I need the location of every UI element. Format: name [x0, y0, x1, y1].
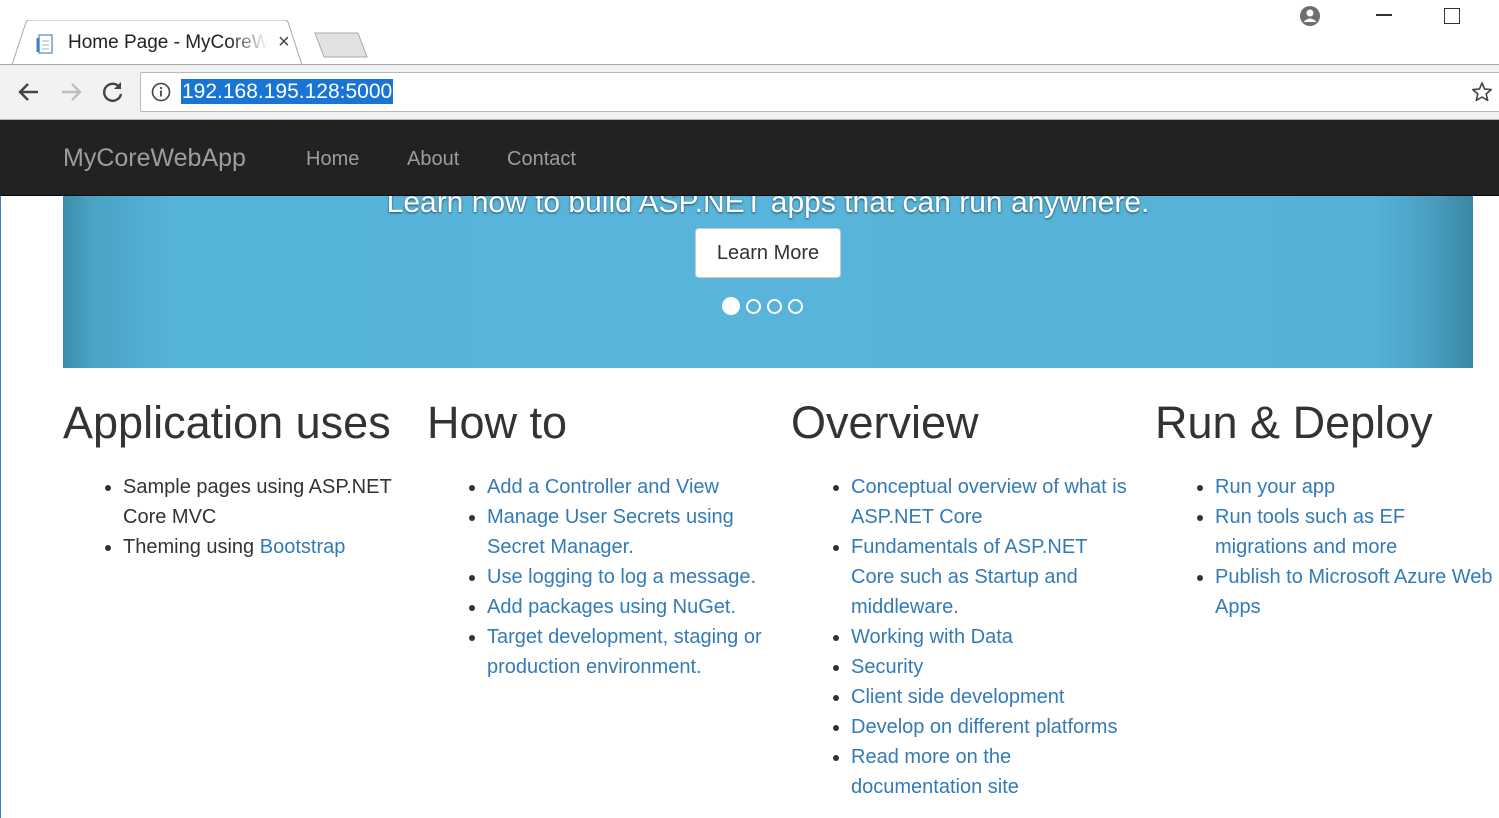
list-item-text: Theming using	[123, 536, 260, 558]
carousel-indicator[interactable]	[788, 299, 803, 314]
link-user-secrets[interactable]: Manage User Secrets using Secret Manager…	[487, 506, 734, 558]
link-publish-azure[interactable]: Publish to Microsoft Azure Web Apps	[1215, 566, 1493, 618]
link-platforms[interactable]: Develop on different platforms	[851, 716, 1117, 738]
list-item: Theming using Bootstrap	[123, 532, 403, 562]
new-tab-button[interactable]	[314, 32, 368, 58]
column-run-deploy: Run & Deploy Run your app Run tools such…	[1155, 398, 1495, 622]
list-item: Run tools such as EF migrations and more	[1215, 502, 1495, 562]
list-item: Manage User Secrets using Secret Manager…	[487, 502, 767, 562]
carousel-indicator[interactable]	[722, 297, 740, 315]
column-heading: Application uses	[63, 397, 391, 448]
learn-more-button[interactable]: Learn More	[695, 228, 841, 278]
star-icon[interactable]	[1471, 81, 1493, 103]
column-heading: How to	[427, 397, 568, 448]
window-minimize-button[interactable]	[1376, 14, 1392, 16]
list-item: Add a Controller and View	[487, 472, 767, 502]
carousel-caption: Learn how to build ASP.NET apps that can…	[386, 196, 1150, 219]
column-how-to: How to Add a Controller and View Manage …	[427, 398, 767, 682]
link-nuget[interactable]: Add packages using NuGet.	[487, 596, 736, 618]
page-favicon-icon	[36, 34, 53, 54]
link-conceptual-overview[interactable]: Conceptual overview of what is ASP.NET C…	[851, 476, 1127, 528]
address-bar[interactable]: 192.168.195.128:5000	[140, 72, 1499, 112]
link-run-app[interactable]: Run your app	[1215, 476, 1335, 498]
list-item-text: Sample pages using ASP.NET Core MVC	[123, 476, 392, 528]
nav-link-home[interactable]: Home	[306, 148, 359, 171]
profile-icon[interactable]	[1299, 5, 1321, 27]
navbar-brand[interactable]: MyCoreWebApp	[63, 144, 246, 173]
list-item: Fundamentals of ASP.NET Core such as Sta…	[851, 532, 1131, 622]
list-item: Client side development	[851, 682, 1131, 712]
link-add-controller[interactable]: Add a Controller and View	[487, 476, 719, 498]
tab-title: Home Page - MyCoreWebApp	[68, 32, 268, 53]
hero-carousel: Learn how to build ASP.NET apps that can…	[63, 196, 1473, 368]
tab-close-icon[interactable]: ×	[278, 32, 290, 52]
link-environments[interactable]: Target development, staging or productio…	[487, 626, 762, 678]
list-item: Sample pages using ASP.NET Core MVC	[123, 472, 403, 532]
info-icon[interactable]	[151, 82, 171, 102]
link-security[interactable]: Security	[851, 656, 923, 678]
link-documentation[interactable]: Read more on the documentation site	[851, 746, 1019, 798]
link-run-tools[interactable]: Run tools such as EF migrations and more	[1215, 506, 1405, 558]
link-client-side[interactable]: Client side development	[851, 686, 1064, 708]
list-item: Run your app	[1215, 472, 1495, 502]
list-item: Use logging to log a message.	[487, 562, 767, 592]
list-item: Publish to Microsoft Azure Web Apps	[1215, 562, 1495, 622]
link-fundamentals[interactable]: Fundamentals of ASP.NET Core such as Sta…	[851, 536, 1087, 618]
browser-tab-strip: Home Page - MyCoreWebApp ×	[0, 0, 1499, 65]
list-item: Read more on the documentation site	[851, 742, 1131, 802]
nav-link-about[interactable]: About	[407, 148, 459, 171]
window-maximize-button[interactable]	[1444, 8, 1460, 24]
column-heading: Run & Deploy	[1155, 397, 1433, 448]
browser-toolbar: 192.168.195.128:5000	[0, 64, 1499, 120]
bootstrap-link[interactable]: Bootstrap	[260, 536, 346, 558]
list-item: Security	[851, 652, 1131, 682]
column-heading: Overview	[791, 397, 979, 448]
link-logging[interactable]: Use logging to log a message.	[487, 566, 756, 588]
reload-icon[interactable]	[100, 79, 126, 105]
carousel-indicator[interactable]	[746, 299, 761, 314]
forward-icon[interactable]	[58, 79, 84, 105]
column-overview: Overview Conceptual overview of what is …	[791, 398, 1131, 802]
nav-link-contact[interactable]: Contact	[507, 148, 576, 171]
link-working-with-data[interactable]: Working with Data	[851, 626, 1013, 648]
site-navbar: MyCoreWebApp Home About Contact	[0, 120, 1499, 196]
list-item: Develop on different platforms	[851, 712, 1131, 742]
list-item: Target development, staging or productio…	[487, 622, 767, 682]
column-application-uses: Application uses Sample pages using ASP.…	[63, 398, 403, 562]
url-text[interactable]: 192.168.195.128:5000	[181, 79, 394, 104]
carousel-indicator[interactable]	[767, 299, 782, 314]
carousel-indicators	[722, 297, 822, 317]
list-item: Working with Data	[851, 622, 1131, 652]
list-item: Add packages using NuGet.	[487, 592, 767, 622]
back-icon[interactable]	[16, 79, 42, 105]
browser-tab[interactable]: Home Page - MyCoreWebApp ×	[12, 20, 302, 65]
list-item: Conceptual overview of what is ASP.NET C…	[851, 472, 1131, 532]
page-left-edge	[0, 120, 1, 818]
